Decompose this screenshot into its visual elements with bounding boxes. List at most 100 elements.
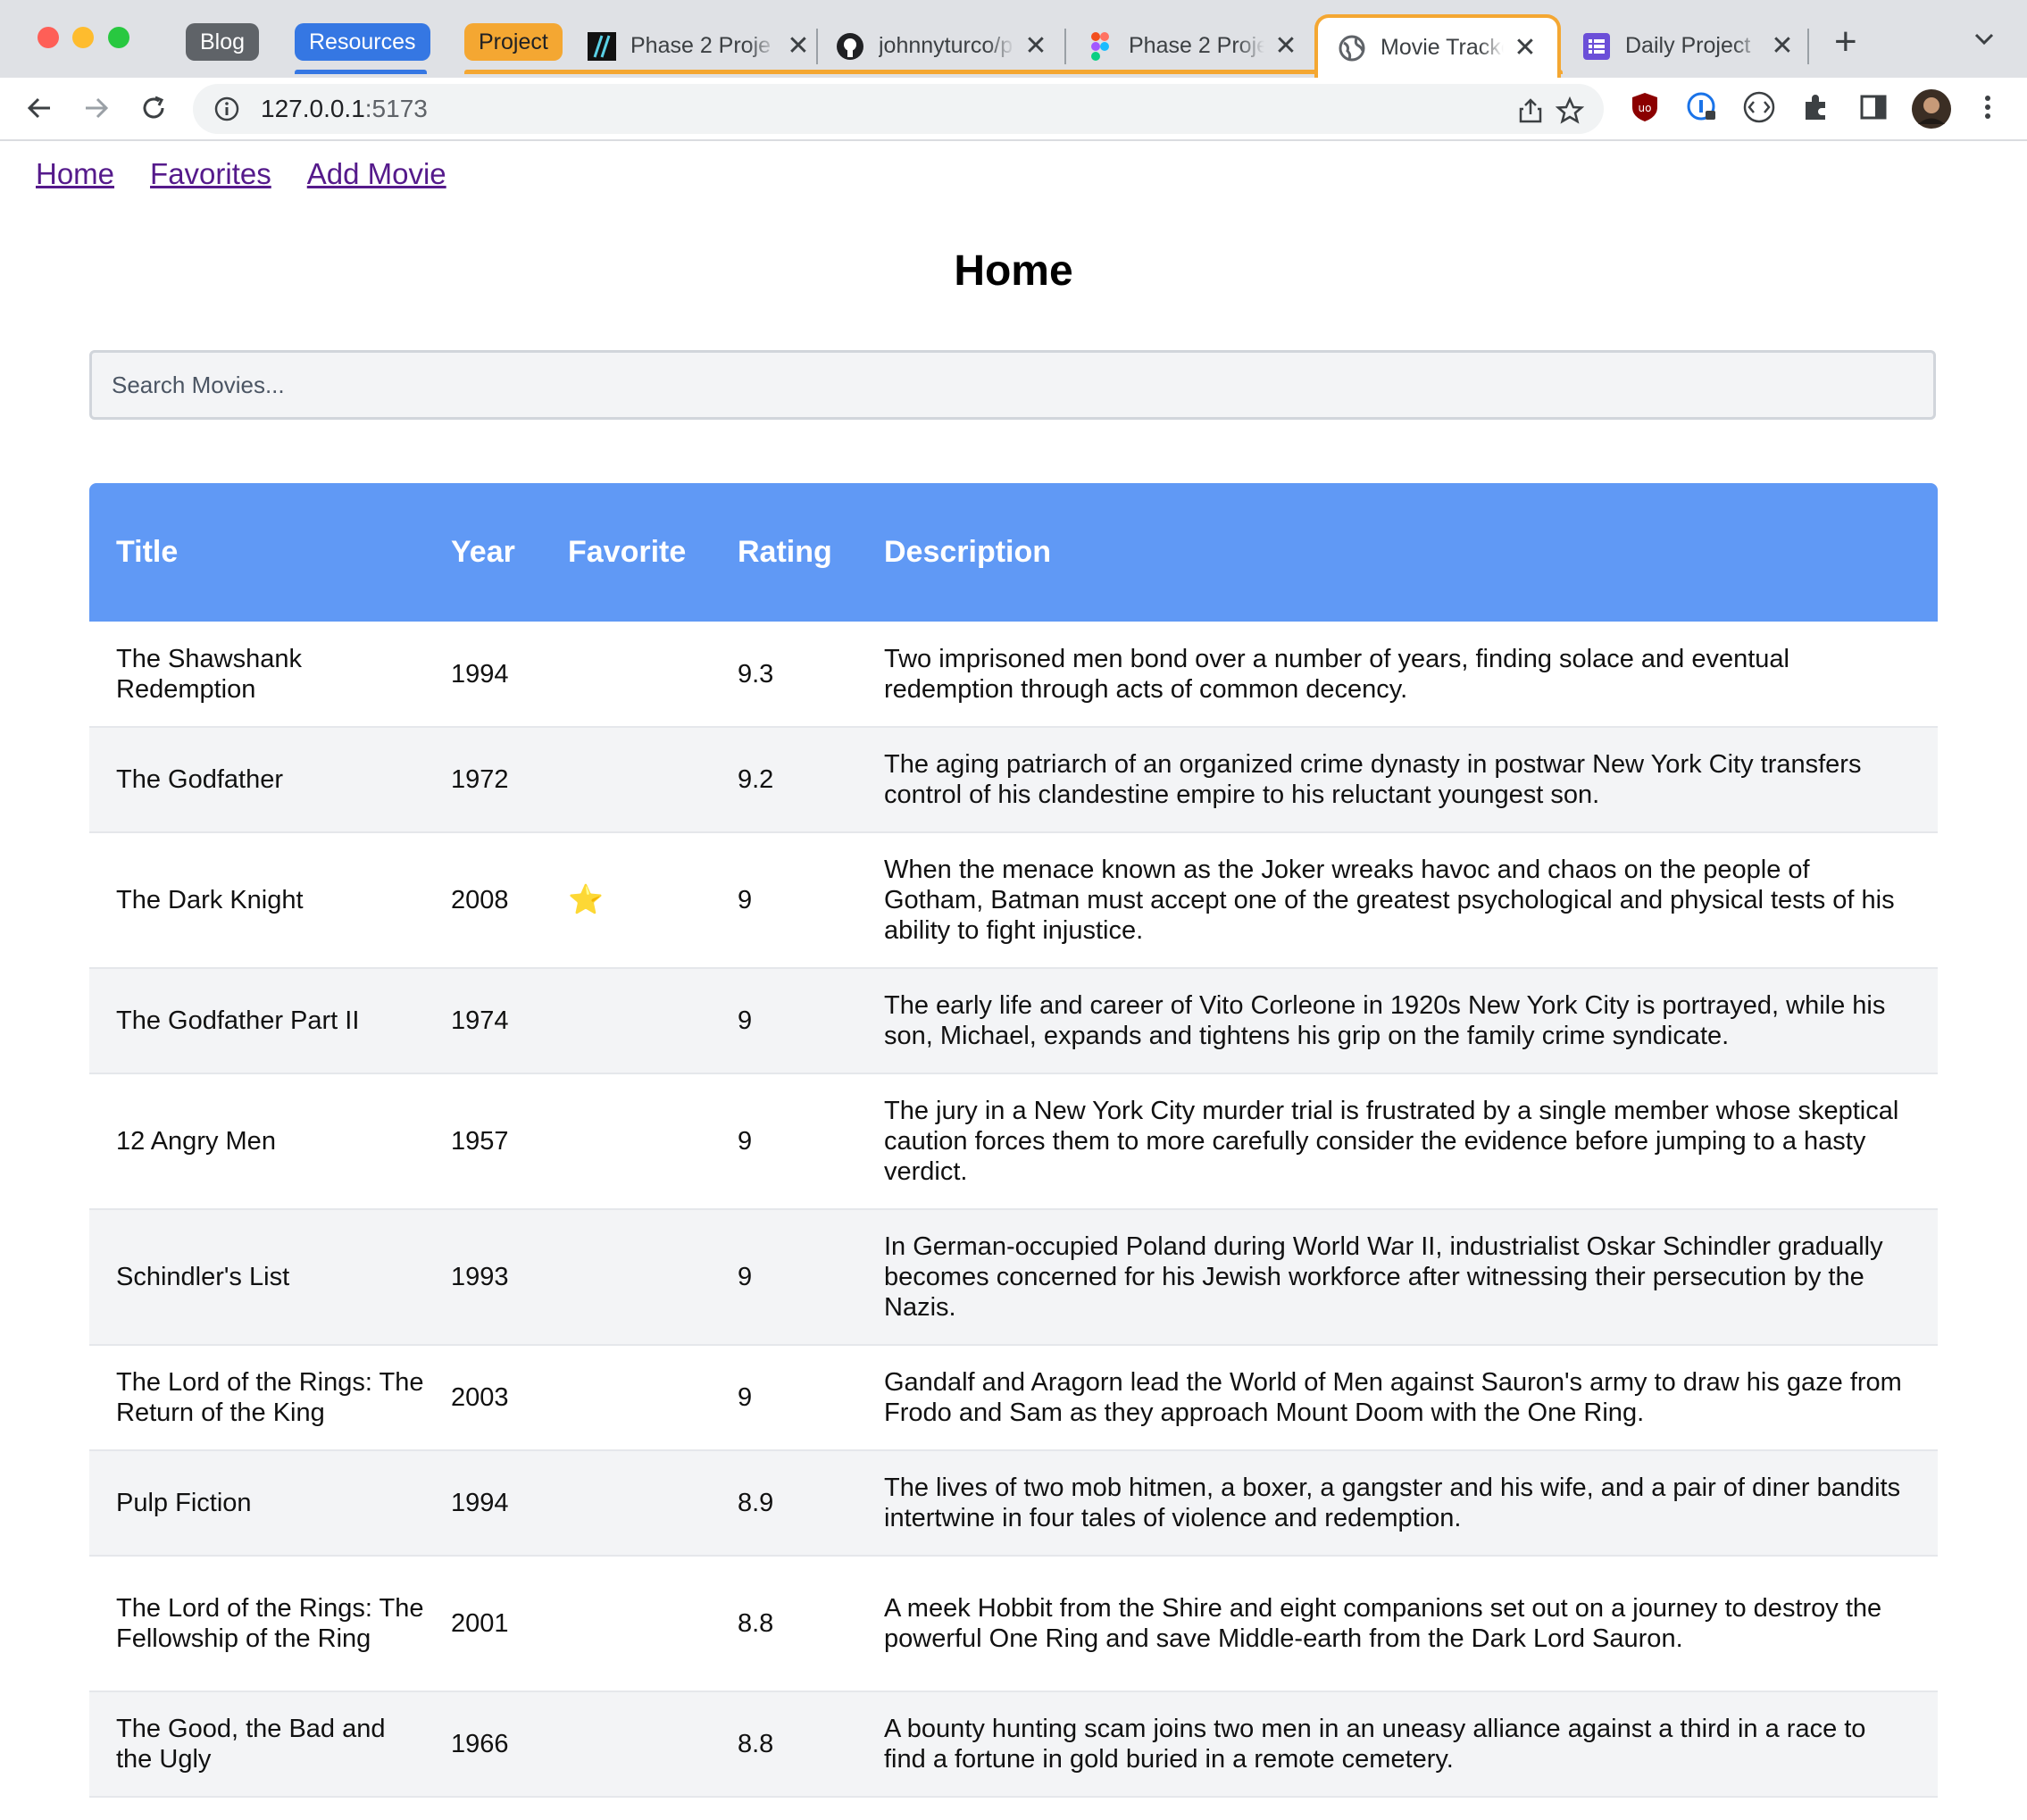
cell-title: Schindler's List	[89, 1209, 424, 1346]
table-header-row: Title Year Favorite Rating Description	[89, 483, 1938, 622]
table-row[interactable]: The Lord of the Rings: The Fellowship of…	[89, 1556, 1938, 1692]
search-input[interactable]	[89, 350, 1936, 420]
profile-avatar[interactable]	[1911, 88, 1952, 129]
nav-link-favorites[interactable]: Favorites	[150, 157, 271, 191]
code-extension-icon[interactable]	[1741, 89, 1777, 125]
close-tab-icon[interactable]: ✕	[1023, 30, 1048, 62]
close-window-button[interactable]	[38, 27, 59, 48]
table-row[interactable]: Pulp Fiction 1994 8.9 The lives of two m…	[89, 1450, 1938, 1557]
cell-favorite	[541, 1450, 711, 1557]
tab-title: Phase 2 Proje	[1129, 33, 1264, 58]
cell-title: 12 Angry Men	[89, 1073, 424, 1210]
minimize-window-button[interactable]	[72, 27, 94, 48]
column-header-description: Description	[884, 535, 1052, 569]
table-row[interactable]: 12 Angry Men 1957 9 The jury in a New Yo…	[89, 1073, 1938, 1210]
figma-icon	[1086, 31, 1114, 61]
cell-title: The Lord of the Rings: The Fellowship of…	[89, 1556, 424, 1692]
reload-icon[interactable]	[134, 88, 173, 128]
tab-separator	[1807, 29, 1809, 64]
nav-link-add-movie[interactable]: Add Movie	[307, 157, 446, 191]
cell-year: 2008	[424, 832, 541, 969]
github-icon	[836, 32, 864, 61]
password-manager-icon[interactable]	[1684, 89, 1720, 125]
tab-separator	[816, 29, 818, 64]
cell-rating: 9.3	[711, 622, 857, 728]
cell-year: 1993	[424, 1209, 541, 1346]
table-body: The Shawshank Redemption 1994 9.3 Two im…	[89, 622, 1938, 1798]
tab-title: Phase 2 Proje	[630, 33, 772, 58]
site-nav: Home Favorites Add Movie	[36, 157, 446, 191]
tab-group-resources[interactable]: Resources	[295, 23, 430, 61]
cell-title: The Good, the Bad and the Ugly	[89, 1691, 424, 1798]
close-tab-icon[interactable]: ✕	[1770, 30, 1795, 62]
cell-rating: 8.8	[711, 1556, 857, 1692]
side-panel-icon[interactable]	[1856, 89, 1891, 125]
url-port: :5173	[364, 95, 428, 122]
table-row[interactable]: The Dark Knight 2008 ⭐ 9 When the menace…	[89, 832, 1938, 969]
cell-favorite	[541, 1556, 711, 1692]
globe-icon	[1338, 34, 1366, 63]
url-host: 127.0.0.1	[261, 95, 365, 122]
page-title: Home	[954, 247, 1073, 295]
tab-title: Daily Project	[1625, 33, 1751, 58]
cell-description: When the menace known as the Joker wreak…	[857, 832, 1938, 969]
table-row[interactable]: The Godfather 1972 9.2 The aging patriar…	[89, 727, 1938, 833]
cell-title: The Godfather Part II	[89, 968, 424, 1074]
tab-search-icon[interactable]	[1973, 25, 1995, 53]
table-row[interactable]: The Lord of the Rings: The Return of the…	[89, 1345, 1938, 1451]
cell-rating: 9	[711, 1345, 857, 1451]
tab-group-blog[interactable]: Blog	[186, 23, 260, 61]
cell-rating: 9	[711, 832, 857, 969]
tab-title: Movie Tracke	[1381, 35, 1504, 60]
share-icon[interactable]	[1514, 95, 1547, 127]
browser-tab[interactable]: johnnyturco/p ✕	[836, 14, 1048, 78]
cell-rating: 9	[711, 968, 857, 1074]
address-bar[interactable]: 127.0.0.1:5173	[193, 84, 1604, 134]
maximize-window-button[interactable]	[108, 27, 129, 48]
browser-tabstrip: Blog Resources Project Phase 2 Proje ✕ j…	[0, 0, 2027, 78]
svg-text:uo: uo	[1639, 102, 1652, 114]
cell-favorite	[541, 1073, 711, 1210]
close-tab-icon[interactable]: ✕	[1273, 30, 1298, 62]
cell-title: The Lord of the Rings: The Return of the…	[89, 1345, 424, 1451]
cell-year: 1994	[424, 622, 541, 728]
nav-link-home[interactable]: Home	[36, 157, 114, 191]
table-row[interactable]: The Good, the Bad and the Ugly 1966 8.8 …	[89, 1691, 1938, 1798]
favorite-star-icon[interactable]: ⭐	[568, 883, 604, 915]
new-tab-button[interactable]: +	[1834, 20, 1857, 64]
cell-rating: 8.9	[711, 1450, 857, 1557]
back-icon[interactable]	[20, 88, 59, 128]
browser-tab-active[interactable]: Movie Tracke ✕	[1314, 14, 1561, 78]
table-row[interactable]: The Godfather Part II 1974 9 The early l…	[89, 968, 1938, 1074]
site-info-icon[interactable]	[213, 95, 241, 123]
cell-description: The jury in a New York City murder trial…	[857, 1073, 1938, 1210]
cell-description: The aging patriarch of an organized crim…	[857, 727, 1938, 833]
extensions-puzzle-icon[interactable]	[1798, 89, 1834, 125]
cell-rating: 9.2	[711, 727, 857, 833]
cell-title: The Godfather	[89, 727, 424, 833]
cell-year: 2001	[424, 1556, 541, 1692]
cell-rating: 9	[711, 1073, 857, 1210]
tab-separator	[1064, 29, 1066, 64]
browser-tab[interactable]: Daily Project ✕	[1582, 14, 1795, 78]
browser-menu-icon[interactable]	[1970, 89, 2006, 125]
cell-favorite	[541, 1209, 711, 1346]
table-row[interactable]: The Shawshank Redemption 1994 9.3 Two im…	[89, 622, 1938, 728]
cell-description: Gandalf and Aragorn lead the World of Me…	[857, 1345, 1938, 1451]
table-row[interactable]: Schindler's List 1993 9 In German-occupi…	[89, 1209, 1938, 1346]
cell-favorite	[541, 968, 711, 1074]
cell-favorite	[541, 727, 711, 833]
column-header-year: Year	[451, 535, 515, 569]
close-tab-icon[interactable]: ✕	[786, 30, 811, 62]
forward-icon[interactable]	[77, 88, 116, 128]
cell-year: 1957	[424, 1073, 541, 1210]
bookmark-star-icon[interactable]	[1554, 95, 1586, 127]
ublock-icon[interactable]: uo	[1627, 89, 1663, 125]
movies-table: Title Year Favorite Rating Description T…	[89, 483, 1938, 1798]
close-tab-icon[interactable]: ✕	[1513, 32, 1538, 63]
cell-title: Pulp Fiction	[89, 1450, 424, 1557]
browser-tab[interactable]: Phase 2 Proje ✕	[588, 14, 811, 78]
browser-tab[interactable]: Phase 2 Proje ✕	[1086, 14, 1298, 78]
tab-group-project[interactable]: Project	[464, 23, 563, 61]
cell-year: 1974	[424, 968, 541, 1074]
